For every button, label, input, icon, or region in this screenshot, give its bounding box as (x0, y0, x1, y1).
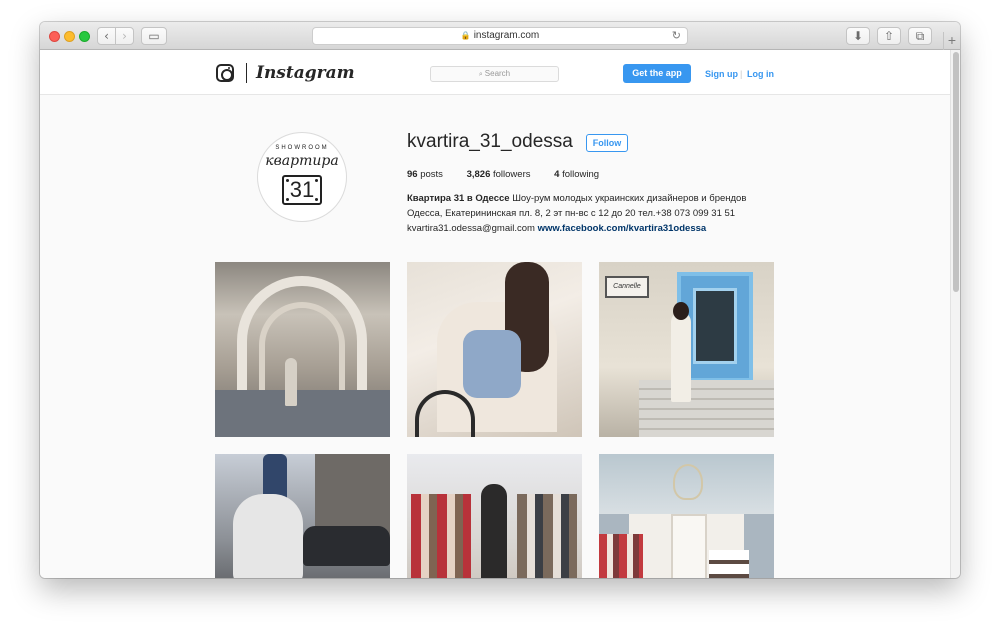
log-in-link[interactable]: Log in (747, 69, 774, 79)
door-pane-shape (693, 288, 737, 364)
followers-count: 3,826 (466, 169, 491, 180)
fur-coat-shape (233, 494, 303, 578)
page-scrollbar[interactable] (950, 50, 960, 578)
forward-button[interactable]: › (115, 27, 134, 45)
following-stat[interactable]: 4 following (554, 169, 599, 180)
posts-grid: Cannelle (215, 262, 775, 578)
share-icon: ⇧ (883, 29, 895, 43)
browser-titlebar: ‹ › ▭ 🔒 instagram.com ↻ ⬇ ⇧ ⧉ + (40, 22, 960, 50)
car-shape (303, 526, 390, 566)
person-head (673, 302, 689, 320)
downloads-button[interactable]: ⬇ (846, 27, 870, 45)
show-tabs-button[interactable]: ⧉ (908, 27, 932, 45)
street-floor-shape (215, 390, 390, 437)
logo-divider (246, 63, 247, 83)
followers-label: followers (493, 169, 531, 180)
posts-label: posts (420, 169, 443, 180)
person-figure (481, 484, 507, 578)
post-thumbnail[interactable] (215, 454, 390, 578)
bio-line-2: Одесса, Екатерининская пл. 8, 2 эт пн-вс… (407, 208, 736, 219)
posts-stat: 96 posts (407, 169, 443, 180)
avatar-showroom-text: SHOWROOM (275, 145, 329, 151)
avatar-name-text: квартира (265, 153, 339, 169)
shoe-shelf-shape (709, 550, 749, 578)
scrollbar-thumb[interactable] (953, 52, 959, 292)
person-figure (671, 312, 691, 402)
avatar-plate: 31 (282, 175, 322, 205)
close-window-button[interactable] (49, 31, 60, 42)
bio-line-3: kvartira31.odessa@gmail.com www.facebook… (407, 221, 877, 236)
chandelier-shape (673, 464, 703, 500)
post-thumbnail[interactable]: Cannelle (599, 262, 774, 437)
following-count: 4 (554, 169, 560, 180)
sidebar-toggle-button[interactable]: ▭ (141, 27, 167, 45)
get-the-app-button[interactable]: Get the app (623, 64, 691, 83)
follow-button[interactable]: Follow (586, 134, 628, 152)
chevron-left-icon: ‹ (104, 29, 109, 43)
chevron-right-icon: › (122, 29, 127, 43)
following-label: following (562, 169, 600, 180)
back-button[interactable]: ‹ (97, 27, 116, 45)
plate-bolt (315, 198, 318, 201)
sidebar-icon: ▭ (148, 29, 160, 43)
address-text: instagram.com (473, 30, 540, 41)
bio-full-name: Квартира 31 в Одессе (407, 193, 510, 204)
instagram-logo-icon[interactable] (216, 64, 234, 82)
bio-description: Шоу-рум молодых украинских дизайнеров и … (512, 193, 747, 204)
fur-backpack-shape (463, 330, 521, 398)
reload-icon[interactable]: ↻ (672, 28, 681, 44)
profile-stats: 96 posts 3,826 followers 4 following (407, 169, 620, 180)
post-thumbnail[interactable] (215, 262, 390, 437)
minimize-window-button[interactable] (64, 31, 75, 42)
instagram-page: Instagram ⌕ Search Get the app Sign up | … (40, 50, 950, 578)
steps-shape (639, 380, 774, 437)
post-thumbnail[interactable] (407, 454, 582, 578)
post-thumbnail[interactable] (599, 454, 774, 578)
shop-sign: Cannelle (605, 276, 649, 298)
followers-stat[interactable]: 3,826 followers (467, 169, 531, 180)
search-input[interactable]: ⌕ Search (430, 66, 559, 82)
tabs-icon: ⧉ (915, 29, 925, 43)
plus-icon: + (947, 32, 957, 48)
sign-up-link[interactable]: Sign up (705, 69, 738, 79)
plate-bolt (286, 198, 289, 201)
profile-username: kvartira_31_odessa (407, 131, 573, 152)
profile-bio: Квартира 31 в Одессе Шоу-рум молодых укр… (407, 191, 877, 236)
clothing-rack-shape (411, 494, 471, 578)
address-bar[interactable]: 🔒 instagram.com ↻ (312, 27, 688, 45)
bio-email: kvartira31.odessa@gmail.com (407, 223, 535, 234)
profile-avatar: SHOWROOM квартира 31 (257, 132, 347, 222)
share-button[interactable]: ⇧ (877, 27, 901, 45)
lock-icon: 🔒 (460, 31, 471, 40)
search-placeholder: Search (484, 69, 511, 78)
clothing-rack-shape (599, 534, 643, 578)
post-thumbnail[interactable] (407, 262, 582, 437)
new-tab-button[interactable]: + (943, 32, 960, 50)
download-icon: ⬇ (852, 29, 864, 43)
maximize-window-button[interactable] (79, 31, 90, 42)
bio-website-link[interactable]: www.facebook.com/kvartira31odessa (538, 223, 707, 234)
nav-separator: | (740, 69, 743, 79)
avatar-plate-number: 31 (289, 177, 315, 202)
plate-bolt (315, 179, 318, 182)
plate-bolt (286, 179, 289, 182)
person-figure (285, 358, 297, 406)
clothing-rack-shape (517, 494, 577, 578)
search-icon: ⌕ (478, 71, 483, 78)
bio-line-1: Квартира 31 в Одессе Шоу-рум молодых укр… (407, 191, 877, 206)
browser-window: ‹ › ▭ 🔒 instagram.com ↻ ⬇ ⇧ ⧉ + Instagram… (40, 22, 960, 578)
instagram-navbar: Instagram ⌕ Search Get the app Sign up | … (40, 50, 950, 95)
instagram-wordmark[interactable]: Instagram (256, 63, 355, 83)
posts-count: 96 (407, 169, 418, 180)
white-door-shape (671, 514, 707, 578)
